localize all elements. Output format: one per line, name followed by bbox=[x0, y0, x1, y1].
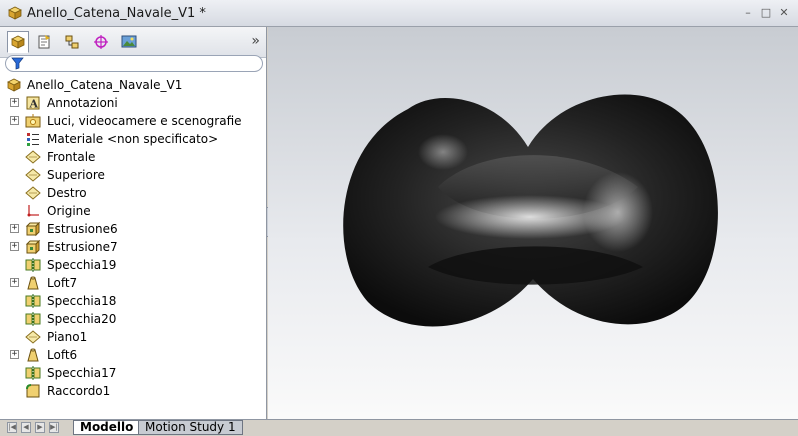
plane-icon bbox=[25, 186, 41, 200]
extrude-icon bbox=[25, 239, 41, 255]
expand-toggle-icon[interactable]: + bbox=[10, 116, 19, 125]
prev-tab-nav-button[interactable]: ◀ bbox=[21, 422, 31, 433]
expand-toggle-icon[interactable]: + bbox=[10, 278, 19, 287]
svg-text:A: A bbox=[29, 98, 39, 111]
fillet-icon bbox=[26, 384, 40, 398]
tree-item-label: Raccordo1 bbox=[47, 384, 111, 398]
next-tab-nav-button[interactable]: ▶ bbox=[35, 422, 45, 433]
tree-item[interactable]: + Estrusione7 bbox=[0, 238, 264, 256]
expand-toggle-icon[interactable]: + bbox=[10, 350, 19, 359]
filter-icon bbox=[11, 57, 24, 70]
tree-item-label: Loft7 bbox=[47, 276, 78, 290]
loft-icon bbox=[27, 276, 39, 290]
tree-item[interactable]: + Estrusione6 bbox=[0, 220, 264, 238]
tree-item[interactable]: Destro bbox=[0, 184, 264, 202]
expand-toggle-icon[interactable]: + bbox=[10, 242, 19, 251]
tree-item-label: Frontale bbox=[47, 150, 96, 164]
tree-item-label: Loft6 bbox=[47, 348, 78, 362]
tree-item-label: Annotazioni bbox=[47, 96, 118, 110]
tree-item[interactable]: Superiore bbox=[0, 166, 264, 184]
tree-item-label: Specchia17 bbox=[47, 366, 117, 380]
tree-item[interactable]: + Luci, videocamere e scenografie bbox=[0, 112, 264, 130]
minimize-button[interactable]: – bbox=[742, 7, 754, 19]
plane-icon bbox=[25, 168, 41, 182]
tree-item[interactable]: + Loft6 bbox=[0, 346, 264, 364]
plane-icon bbox=[25, 330, 41, 344]
chain-link-model[interactable] bbox=[268, 27, 798, 419]
property-manager-icon bbox=[38, 35, 50, 49]
tree-item-label: Piano1 bbox=[47, 330, 88, 344]
maximize-button[interactable]: □ bbox=[760, 7, 772, 19]
last-tab-nav-button[interactable]: ▶| bbox=[49, 422, 59, 433]
tab-display-manager[interactable] bbox=[118, 31, 140, 53]
tree-item-label: Estrusione7 bbox=[47, 240, 118, 254]
tab-feature-manager[interactable] bbox=[7, 31, 29, 53]
tree-item-label: Specchia18 bbox=[47, 294, 117, 308]
tree-item[interactable]: Frontale bbox=[0, 148, 264, 166]
configuration-manager-icon bbox=[65, 35, 79, 49]
tree-item[interactable]: Materiale <non specificato> bbox=[0, 130, 264, 148]
tree-item-label: Superiore bbox=[47, 168, 105, 182]
first-tab-nav-button[interactable]: |◀ bbox=[7, 422, 17, 433]
specular-highlight-left bbox=[418, 134, 468, 170]
origin-icon bbox=[27, 205, 39, 217]
manager-tab-bar: » bbox=[0, 27, 266, 58]
tree-item[interactable]: + Loft7 bbox=[0, 274, 264, 292]
root-label: Anello_Catena_Navale_V1 bbox=[27, 78, 183, 92]
feature-tree-root[interactable]: Anello_Catena_Navale_V1 bbox=[6, 76, 182, 94]
part-icon bbox=[8, 6, 22, 20]
dimxpert-icon bbox=[94, 35, 108, 49]
mirror-icon bbox=[25, 258, 41, 272]
expand-tabs-icon[interactable]: » bbox=[251, 33, 260, 49]
expand-toggle-icon[interactable]: + bbox=[10, 98, 19, 107]
close-button[interactable]: ✕ bbox=[778, 7, 790, 19]
display-manager-icon bbox=[121, 35, 137, 48]
tree-item-label: Specchia19 bbox=[47, 258, 117, 272]
tree-item[interactable]: Piano1 bbox=[0, 328, 264, 346]
material-icon bbox=[27, 133, 39, 146]
loft-icon bbox=[27, 348, 39, 362]
tree-item[interactable]: Specchia18 bbox=[0, 292, 264, 310]
tab-property-manager[interactable] bbox=[33, 31, 55, 53]
tree-item-label: Origine bbox=[47, 204, 91, 218]
plane-icon bbox=[25, 150, 41, 164]
tree-item-label: Estrusione6 bbox=[47, 222, 118, 236]
tree-item[interactable]: + A Annotazioni bbox=[0, 94, 264, 112]
graphics-viewport[interactable] bbox=[268, 27, 798, 419]
extrude-icon bbox=[25, 221, 41, 237]
lights-icon bbox=[25, 114, 41, 128]
tree-item[interactable]: Specchia20 bbox=[0, 310, 264, 328]
feature-manager-pane: » Anello_Catena_Navale_V1 + A Annotazioni +… bbox=[0, 27, 267, 419]
window-title: Anello_Catena_Navale_V1 * bbox=[27, 6, 206, 21]
expand-toggle-icon[interactable]: + bbox=[10, 224, 19, 233]
mirror-icon bbox=[25, 366, 41, 380]
tab-configuration-manager[interactable] bbox=[61, 31, 83, 53]
tab-motion-study[interactable]: Motion Study 1 bbox=[138, 420, 243, 435]
annotation-icon: A bbox=[26, 96, 40, 111]
tree-item[interactable]: Specchia19 bbox=[0, 256, 264, 274]
tree-item-label: Specchia20 bbox=[47, 312, 117, 326]
tree-filter-input[interactable] bbox=[5, 55, 263, 72]
tree-item-label: Materiale <non specificato> bbox=[47, 132, 219, 146]
mirror-icon bbox=[25, 312, 41, 326]
title-bar: Anello_Catena_Navale_V1 * – □ ✕ bbox=[0, 0, 798, 27]
tab-dimxpert-manager[interactable] bbox=[90, 31, 112, 53]
bottom-tab-bar: |◀ ◀ ▶ ▶| Modello Motion Study 1 bbox=[0, 419, 798, 436]
specular-highlight-right bbox=[583, 172, 653, 252]
tree-item[interactable]: Raccordo1 bbox=[0, 382, 264, 400]
tab-model[interactable]: Modello bbox=[73, 420, 141, 435]
feature-tree-icon bbox=[11, 35, 25, 49]
tree-item-label: Destro bbox=[47, 186, 87, 200]
part-icon bbox=[7, 78, 21, 92]
tree-item[interactable]: Specchia17 bbox=[0, 364, 264, 382]
tree-item-label: Luci, videocamere e scenografie bbox=[47, 114, 242, 128]
tree-item[interactable]: Origine bbox=[0, 202, 264, 220]
mirror-icon bbox=[25, 294, 41, 308]
